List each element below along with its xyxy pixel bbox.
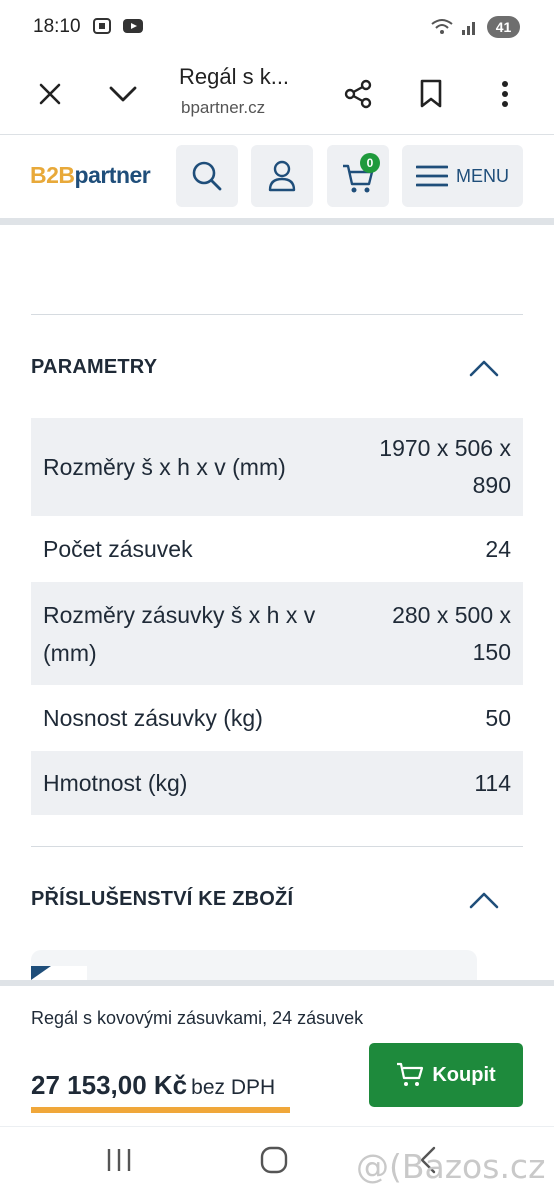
param-value: 114 xyxy=(474,769,511,796)
param-value: 50 xyxy=(485,704,511,731)
price-underline xyxy=(31,1107,290,1113)
watermark: @(Bazos.cz xyxy=(356,1147,546,1186)
cart-count-badge: 0 xyxy=(360,153,380,173)
param-value: 24 xyxy=(485,535,511,562)
logo-b2b: B2B xyxy=(30,162,75,188)
status-system-icons: 41 xyxy=(431,16,520,38)
header-divider xyxy=(0,218,554,225)
share-button[interactable] xyxy=(338,74,378,114)
buy-button-label: Koupit xyxy=(432,1063,496,1086)
status-notification-icons xyxy=(92,16,144,36)
user-icon xyxy=(268,160,296,192)
search-icon xyxy=(192,161,222,191)
product-name: Regál s kovovými zásuvkami, 24 zásuvek xyxy=(31,1008,364,1028)
buy-button[interactable]: Koupit xyxy=(369,1043,523,1107)
site-header: B2Bpartner 0 MENU xyxy=(0,135,554,218)
table-row: Hmotnost (kg) 114 xyxy=(31,751,523,815)
home-icon[interactable] xyxy=(259,1145,289,1175)
tax-note: bez DPH xyxy=(191,1076,276,1099)
param-value: 1970 x 506 x 890 xyxy=(379,435,511,498)
table-row: Rozměry š x h x v (mm) 1970 x 506 x 890 xyxy=(31,418,523,516)
signal-icon xyxy=(462,22,475,35)
battery-indicator: 41 xyxy=(487,16,520,38)
browser-url[interactable]: bpartner.cz xyxy=(181,98,265,118)
site-logo[interactable]: B2Bpartner xyxy=(30,162,151,189)
param-label: Rozměry zásuvky š x h x v (mm) xyxy=(43,601,316,666)
param-label: Nosnost zásuvky (kg) xyxy=(43,705,263,731)
more-vertical-icon xyxy=(502,81,508,107)
share-icon xyxy=(344,79,372,109)
parameters-table: Rozměry š x h x v (mm) 1970 x 506 x 890 … xyxy=(31,418,523,815)
chevron-down-icon xyxy=(109,86,137,102)
close-tab-button[interactable] xyxy=(30,74,70,114)
accessories-title: PŘÍSLUŠENSTVÍ KE ZBOŽÍ xyxy=(31,888,294,910)
status-time: 18:10 xyxy=(33,16,81,37)
product-price: 27 153,00 Kč bez DPH xyxy=(31,1070,275,1101)
chevron-up-icon[interactable] xyxy=(468,358,500,378)
status-bar: 18:10 41 xyxy=(0,0,554,56)
collapse-button[interactable] xyxy=(103,74,143,114)
table-row: Rozměry zásuvky š x h x v (mm) 280 x 500… xyxy=(31,582,523,685)
param-label: Hmotnost (kg) xyxy=(43,770,188,796)
account-button[interactable] xyxy=(251,145,313,207)
youtube-icon xyxy=(123,19,143,33)
cart-button[interactable]: 0 xyxy=(327,145,389,207)
section-divider xyxy=(31,846,523,847)
menu-button[interactable]: MENU xyxy=(402,145,523,207)
close-icon xyxy=(39,83,61,105)
param-value: 280 x 500 x 150 xyxy=(392,601,511,665)
logo-partner: partner xyxy=(74,162,151,188)
parameters-title: PARAMETRY xyxy=(31,356,158,378)
hamburger-icon xyxy=(416,165,448,187)
more-options-button[interactable] xyxy=(485,74,525,114)
search-button[interactable] xyxy=(176,145,238,207)
browser-page-title: Regál s k... xyxy=(179,64,290,89)
browser-toolbar: Regál s k... bpartner.cz xyxy=(0,56,554,135)
screenshot-icon xyxy=(93,18,111,34)
menu-label: MENU xyxy=(456,165,509,186)
chevron-up-icon[interactable] xyxy=(468,890,500,910)
system-nav-bar: @(Bazos.cz xyxy=(0,1126,554,1201)
price-value: 27 153,00 Kč xyxy=(31,1070,188,1100)
cart-icon xyxy=(397,1062,424,1086)
bookmark-icon xyxy=(420,79,442,108)
purchase-bar: Regál s kovovými zásuvkami, 24 zásuvek 2… xyxy=(0,980,554,1126)
param-label: Rozměry š x h x v (mm) xyxy=(43,454,286,480)
bookmark-button[interactable] xyxy=(411,74,451,114)
wifi-icon xyxy=(431,19,453,34)
table-row: Počet zásuvek 24 xyxy=(31,516,523,582)
section-divider xyxy=(31,314,523,315)
param-label: Počet zásuvek xyxy=(43,536,193,562)
recent-apps-icon[interactable] xyxy=(105,1145,133,1175)
table-row: Nosnost zásuvky (kg) 50 xyxy=(31,685,523,751)
accessory-thumbnail-mark xyxy=(31,966,51,980)
